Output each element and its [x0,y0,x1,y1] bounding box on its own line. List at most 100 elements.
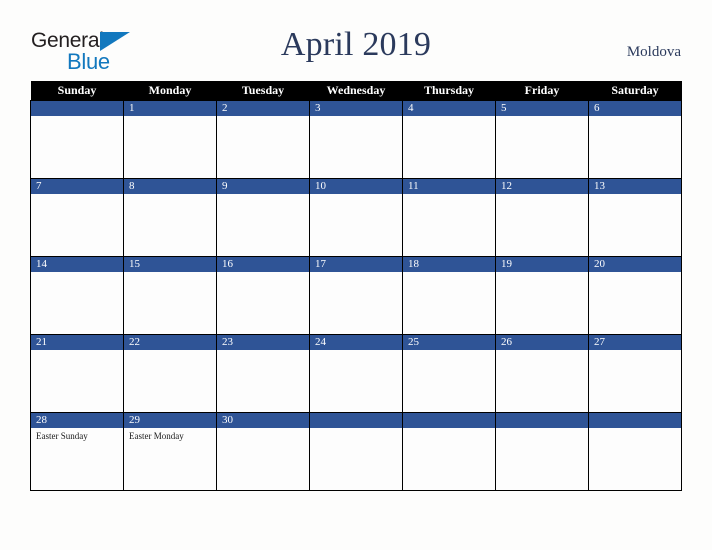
day-cell-content: 15 [124,257,216,334]
day-events [496,116,588,119]
day-cell-content: 4 [403,101,495,178]
day-events [217,350,309,353]
calendar-day-cell[interactable]: 12 [495,178,589,257]
calendar-day-cell[interactable]: 16 [216,256,310,335]
calendar-day-cell[interactable] [402,412,496,491]
calendar-grid: Sunday Monday Tuesday Wednesday Thursday… [30,81,682,491]
calendar-day-cell[interactable]: 10 [309,178,403,257]
calendar-day-cell[interactable] [495,412,589,491]
day-number: 2 [217,101,309,116]
day-cell-content: 7 [31,179,123,256]
day-number: 26 [496,335,588,350]
day-events [217,272,309,275]
day-events [589,350,681,353]
day-cell-content [496,413,588,490]
calendar-day-cell[interactable]: 3 [309,100,403,179]
calendar-page: General Blue April 2019 Moldova Sunday M… [0,0,712,550]
calendar-day-cell[interactable] [309,412,403,491]
day-number: 16 [217,257,309,272]
calendar-week-row: 28 Easter Sunday 29 Easter Monday 30 [30,412,682,491]
day-number: 13 [589,179,681,194]
day-cell-content: 6 [589,101,681,178]
calendar-day-cell[interactable]: 15 [123,256,217,335]
calendar-day-cell[interactable]: 18 [402,256,496,335]
day-events [31,350,123,353]
calendar-week-row: 21 22 23 24 25 26 27 [30,334,682,413]
calendar-day-cell[interactable] [588,412,682,491]
day-number [403,413,495,428]
day-number: 19 [496,257,588,272]
day-cell-content: 22 [124,335,216,412]
calendar-day-cell[interactable] [30,100,124,179]
calendar-day-cell[interactable]: 20 [588,256,682,335]
day-cell-content: 13 [589,179,681,256]
calendar-day-cell[interactable]: 5 [495,100,589,179]
day-number: 30 [217,413,309,428]
day-events [403,350,495,353]
day-events [496,272,588,275]
calendar-day-cell[interactable]: 24 [309,334,403,413]
calendar-day-cell[interactable]: 23 [216,334,310,413]
day-events [310,428,402,431]
day-number: 20 [589,257,681,272]
day-number: 4 [403,101,495,116]
calendar-day-cell[interactable]: 25 [402,334,496,413]
day-cell-content: 20 [589,257,681,334]
calendar-day-cell[interactable]: 7 [30,178,124,257]
day-number [496,413,588,428]
day-number [310,413,402,428]
calendar-day-cell[interactable]: 2 [216,100,310,179]
day-events [310,350,402,353]
calendar-day-cell[interactable]: 30 [216,412,310,491]
day-events [589,194,681,197]
calendar-day-cell[interactable]: 28 Easter Sunday [30,412,124,491]
calendar-day-cell[interactable]: 27 [588,334,682,413]
day-cell-content: 16 [217,257,309,334]
day-cell-content: 8 [124,179,216,256]
calendar-day-cell[interactable]: 17 [309,256,403,335]
day-events [124,194,216,197]
day-cell-content: 21 [31,335,123,412]
calendar-day-cell[interactable]: 29 Easter Monday [123,412,217,491]
weekday-header-saturday: Saturday [588,81,682,101]
day-cell-content: 28 Easter Sunday [31,413,123,490]
day-events [403,116,495,119]
day-events [403,428,495,431]
day-events [403,194,495,197]
day-number: 28 [31,413,123,428]
calendar-day-cell[interactable]: 26 [495,334,589,413]
day-events [31,194,123,197]
calendar-day-cell[interactable]: 1 [123,100,217,179]
day-number: 3 [310,101,402,116]
day-events [124,116,216,119]
day-number: 21 [31,335,123,350]
day-number: 14 [31,257,123,272]
day-number: 12 [496,179,588,194]
day-cell-content: 24 [310,335,402,412]
day-events [124,350,216,353]
day-cell-content [589,413,681,490]
calendar-day-cell[interactable]: 21 [30,334,124,413]
day-number [31,101,123,116]
calendar-day-cell[interactable]: 4 [402,100,496,179]
calendar-week-row: 123456 [30,100,682,179]
calendar-day-cell[interactable]: 19 [495,256,589,335]
calendar-day-cell[interactable]: 8 [123,178,217,257]
day-cell-content [310,413,402,490]
day-cell-content [31,101,123,178]
day-events [589,428,681,431]
calendar-day-cell[interactable]: 22 [123,334,217,413]
day-cell-content: 27 [589,335,681,412]
calendar-day-cell[interactable]: 13 [588,178,682,257]
day-events [217,428,309,431]
calendar-day-cell[interactable]: 6 [588,100,682,179]
calendar-day-cell[interactable]: 14 [30,256,124,335]
day-number: 6 [589,101,681,116]
calendar-day-cell[interactable]: 11 [402,178,496,257]
day-cell-content: 25 [403,335,495,412]
day-cell-content: 11 [403,179,495,256]
day-cell-content: 5 [496,101,588,178]
day-number: 7 [31,179,123,194]
calendar-day-cell[interactable]: 9 [216,178,310,257]
weekday-header-tuesday: Tuesday [216,81,310,101]
